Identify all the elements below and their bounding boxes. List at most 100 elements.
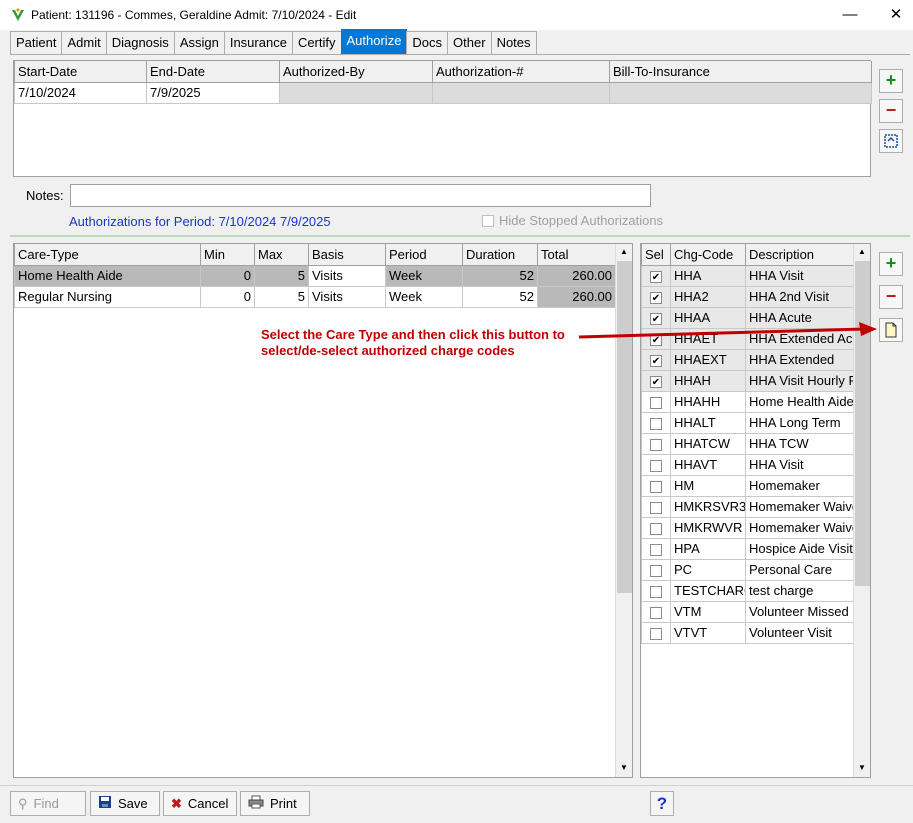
period-cell[interactable]: Week	[385, 285, 463, 308]
hide-stopped-checkbox[interactable]: Hide Stopped Authorizations	[482, 213, 663, 228]
table-row[interactable]: VTM Volunteer Missed	[641, 600, 855, 623]
select-checkbox[interactable]	[650, 459, 662, 472]
charge-code-cell[interactable]: HMKRSVR3	[670, 495, 746, 518]
select-checkbox[interactable]: ✔	[650, 375, 662, 388]
max-cell[interactable]: 5	[254, 264, 309, 287]
charge-description-cell[interactable]: HHA Long Term	[745, 411, 855, 434]
charge-code-cell[interactable]: HHAEXT	[670, 348, 746, 371]
scroll-up-arrow[interactable]: ▲	[616, 244, 632, 260]
charge-description-cell[interactable]: Volunteer Missed	[745, 600, 855, 623]
select-checkbox-cell[interactable]	[641, 474, 671, 497]
charge-description-cell[interactable]: HHA Extended	[745, 348, 855, 371]
select-checkbox[interactable]	[650, 522, 662, 535]
remove-care-type-button[interactable]: −	[879, 285, 903, 309]
select-checkbox-cell[interactable]: ✔	[641, 369, 671, 392]
care-type-cell[interactable]: Home Health Aide	[14, 264, 201, 287]
scroll-thumb[interactable]	[617, 261, 632, 593]
select-checkbox[interactable]	[650, 417, 662, 430]
scroll-thumb[interactable]	[855, 261, 870, 586]
table-row[interactable]: ✔ HHA HHA Visit	[641, 264, 855, 287]
column-header[interactable]: Authorization-#	[432, 61, 610, 83]
select-checkbox-cell[interactable]	[641, 411, 671, 434]
table-row[interactable]: HM Homemaker	[641, 474, 855, 497]
table-row[interactable]: HMKRWVR Homemaker Waive	[641, 516, 855, 539]
column-header[interactable]: Total	[537, 244, 616, 266]
charge-code-cell[interactable]: PC	[670, 558, 746, 581]
select-checkbox-cell[interactable]	[641, 579, 671, 602]
help-button[interactable]: ?	[650, 791, 674, 816]
tab-assign[interactable]: Assign	[173, 31, 225, 54]
select-checkbox-cell[interactable]	[641, 600, 671, 623]
charge-description-cell[interactable]: Hospice Aide Visit	[745, 537, 855, 560]
charge-code-cell[interactable]: VTVT	[670, 621, 746, 644]
table-row[interactable]: Regular Nursing 0 5 Visits Week 52 260.0…	[14, 285, 616, 308]
column-header[interactable]: Authorized-By	[279, 61, 433, 83]
column-header[interactable]: Bill-To-Insurance	[609, 61, 872, 83]
table-row[interactable]: HHAHH Home Health Aide	[641, 390, 855, 413]
authorized-by-cell[interactable]	[279, 81, 433, 104]
notes-input[interactable]	[70, 184, 651, 207]
select-checkbox-cell[interactable]: ✔	[641, 264, 671, 287]
select-checkbox-cell[interactable]	[641, 390, 671, 413]
select-checkbox[interactable]	[650, 396, 662, 409]
scroll-down-arrow[interactable]: ▼	[616, 760, 632, 776]
select-checkbox[interactable]	[650, 606, 662, 619]
min-cell[interactable]: 0	[200, 285, 255, 308]
add-authorization-button[interactable]: +	[879, 69, 903, 93]
charge-code-cell[interactable]: HPA	[670, 537, 746, 560]
charge-description-cell[interactable]: HHA 2nd Visit	[745, 285, 855, 308]
bill-to-insurance-cell[interactable]	[609, 81, 872, 104]
select-checkbox-cell[interactable]	[641, 558, 671, 581]
max-cell[interactable]: 5	[254, 285, 309, 308]
charge-code-cell[interactable]: HHAHH	[670, 390, 746, 413]
table-row[interactable]: HMKRSVR3 Homemaker Waive	[641, 495, 855, 518]
tab-docs[interactable]: Docs	[406, 31, 449, 54]
table-row[interactable]: ✔ HHAH HHA Visit Hourly R	[641, 369, 855, 392]
select-checkbox-cell[interactable]	[641, 453, 671, 476]
charge-code-cell[interactable]: HHALT	[670, 411, 746, 434]
table-row[interactable]: HPA Hospice Aide Visit	[641, 537, 855, 560]
select-checkbox-cell[interactable]	[641, 621, 671, 644]
tab-notes[interactable]: Notes	[490, 31, 537, 54]
select-checkbox-cell[interactable]: ✔	[641, 348, 671, 371]
column-header[interactable]: Min	[200, 244, 255, 266]
select-checkbox-cell[interactable]	[641, 432, 671, 455]
select-checkbox[interactable]	[650, 438, 662, 451]
tab-authorize[interactable]: Authorize	[340, 29, 408, 54]
save-button[interactable]: Save	[90, 791, 160, 816]
minimize-button[interactable]: —	[838, 4, 862, 26]
tab-certify[interactable]: Certify	[291, 31, 342, 54]
tab-patient[interactable]: Patient	[10, 31, 63, 54]
cancel-button[interactable]: ✖ Cancel	[163, 791, 237, 816]
table-row[interactable]: PC Personal Care	[641, 558, 855, 581]
care-type-grid[interactable]: Care-Type Min Max Basis Period Duration …	[13, 243, 633, 778]
charge-description-cell[interactable]: Home Health Aide	[745, 390, 855, 413]
column-header[interactable]: Period	[385, 244, 463, 266]
basis-cell[interactable]: Visits	[308, 285, 386, 308]
select-checkbox[interactable]	[650, 480, 662, 493]
tab-insurance[interactable]: Insurance	[223, 31, 293, 54]
column-header[interactable]: Chg-Code	[670, 244, 746, 266]
charge-code-cell[interactable]: HHAVT	[670, 453, 746, 476]
select-checkbox[interactable]: ✔	[650, 291, 662, 304]
tab-admit[interactable]: Admit	[61, 31, 107, 54]
remove-authorization-button[interactable]: −	[879, 99, 903, 123]
care-type-cell[interactable]: Regular Nursing	[14, 285, 201, 308]
end-date-cell[interactable]: 7/9/2025	[146, 81, 280, 104]
duration-cell[interactable]: 52	[462, 285, 538, 308]
tab-diagnosis[interactable]: Diagnosis	[105, 31, 175, 54]
select-checkbox-cell[interactable]	[641, 537, 671, 560]
column-header[interactable]: Basis	[308, 244, 386, 266]
column-header[interactable]: Max	[254, 244, 309, 266]
table-row[interactable]: HHALT HHA Long Term	[641, 411, 855, 434]
charge-code-cell[interactable]: HHAH	[670, 369, 746, 392]
table-row[interactable]: HHAVT HHA Visit	[641, 453, 855, 476]
scroll-down-arrow[interactable]: ▼	[854, 760, 870, 776]
column-header[interactable]: Care-Type	[14, 244, 201, 266]
column-header[interactable]: Description	[745, 244, 855, 266]
authorizations-grid[interactable]: Start-Date End-Date Authorized-By Author…	[13, 60, 872, 177]
basis-cell[interactable]: Visits	[308, 264, 386, 287]
start-date-cell[interactable]: 7/10/2024	[14, 81, 147, 104]
select-checkbox[interactable]	[650, 585, 662, 598]
select-checkbox[interactable]	[650, 564, 662, 577]
